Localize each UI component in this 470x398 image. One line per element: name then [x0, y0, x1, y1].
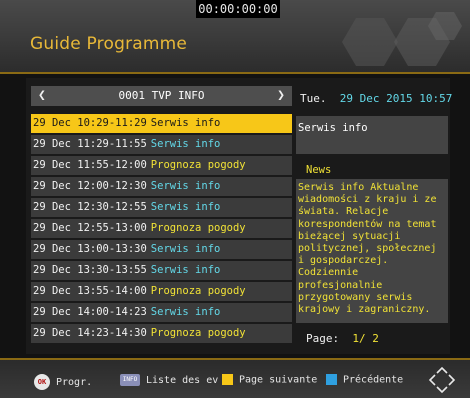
event-time: 29 Dec 14:00-14:23 [33, 306, 147, 318]
event-title: Serwis info [150, 264, 221, 276]
event-time: 29 Dec 14:23-14:30 [33, 327, 147, 339]
current-datetime: Tue. 29 Dec 2015 10:57 [300, 92, 452, 105]
info-key-icon: INFO [120, 374, 140, 386]
event-time: 29 Dec 12:30-12:55 [33, 201, 147, 213]
event-time: 29 Dec 11:29-11:55 [33, 138, 147, 150]
chevron-left-icon[interactable]: ❮ [38, 86, 46, 106]
event-title: Prognoza pogody [150, 327, 246, 339]
event-time: 29 Dec 12:00-12:30 [33, 180, 147, 192]
event-row[interactable]: 29 Dec 11:55-12:00 Prognoza pogody [31, 156, 292, 175]
blue-key-hint[interactable]: Précédente [326, 374, 403, 386]
channel-name: 0001 TVP INFO [118, 89, 205, 102]
info-label: Liste des ev [146, 375, 219, 386]
arrow-navigation-icon [428, 366, 456, 394]
blue-label: Précédente [343, 374, 404, 386]
ok-button-hint[interactable]: OK Progr. [34, 374, 92, 390]
page-indicator: Page: 1/ 2 [306, 332, 379, 345]
footer-bar: OK Progr. INFO Liste des ev Page suivante … [0, 358, 470, 398]
event-title: Serwis info [150, 306, 221, 318]
event-list: 29 Dec 10:29-11:29 Serwis info 29 Dec 11:2… [31, 114, 292, 345]
page-label: Page: [306, 332, 340, 345]
event-title: Serwis info [150, 138, 221, 150]
event-row[interactable]: 29 Dec 12:00-12:30 Serwis info [31, 177, 292, 196]
event-time: 29 Dec 13:00-13:30 [33, 243, 147, 255]
event-time: 29 Dec 10:29-11:29 [33, 117, 147, 129]
chevron-right-icon[interactable]: ❯ [277, 86, 285, 106]
page-number: 1/ 2 [352, 332, 379, 345]
ok-key-icon: OK [34, 374, 50, 390]
current-day: Tue. [300, 92, 327, 105]
event-description: Serwis info Aktualne wiadomości z kraju … [296, 179, 448, 323]
event-title: Serwis info [150, 243, 221, 255]
yellow-key-icon [222, 374, 233, 385]
yellow-key-hint[interactable]: Page suivante [222, 374, 317, 386]
timecode-overlay: 00:00:00:00 [196, 0, 280, 18]
event-title: Prognoza pogody [150, 222, 246, 234]
event-title: Serwis info [150, 117, 221, 129]
page-title: Guide Programme [30, 34, 188, 54]
channel-selector[interactable]: ❮ 0001 TVP INFO ❯ [31, 86, 292, 106]
blue-key-icon [326, 374, 337, 385]
event-genre: News [306, 164, 332, 176]
event-row[interactable]: 29 Dec 14:23-14:30 Prognoza pogody [31, 324, 292, 343]
event-time: 29 Dec 13:30-13:55 [33, 264, 147, 276]
event-row[interactable]: 29 Dec 12:55-13:00 Prognoza pogody [31, 219, 292, 238]
event-title: Prognoza pogody [150, 159, 246, 171]
event-time: 29 Dec 13:55-14:00 [33, 285, 147, 297]
event-title: Prognoza pogody [150, 285, 246, 297]
event-detail-title: Serwis info [296, 116, 448, 154]
event-row[interactable]: 29 Dec 13:55-14:00 Prognoza pogody [31, 282, 292, 301]
current-date: 29 Dec 2015 10:57 [339, 92, 453, 105]
info-button-hint[interactable]: INFO Liste des ev [120, 374, 218, 386]
event-row[interactable]: 29 Dec 13:30-13:55 Serwis info [31, 261, 292, 280]
event-row[interactable]: 29 Dec 10:29-11:29 Serwis info [31, 114, 292, 133]
hexagon-decoration-icon [342, 12, 462, 66]
epg-screen: 00:00:00:00 Guide Programme ❮ 0001 TVP I… [0, 0, 470, 398]
event-row[interactable]: 29 Dec 13:00-13:30 Serwis info [31, 240, 292, 259]
event-title: Serwis info [150, 201, 221, 213]
ok-label: Progr. [56, 377, 93, 388]
event-time: 29 Dec 12:55-13:00 [33, 222, 147, 234]
event-row[interactable]: 29 Dec 12:30-12:55 Serwis info [31, 198, 292, 217]
event-time: 29 Dec 11:55-12:00 [33, 159, 147, 171]
event-row[interactable]: 29 Dec 11:29-11:55 Serwis info [31, 135, 292, 154]
event-row[interactable]: 29 Dec 14:00-14:23 Serwis info [31, 303, 292, 322]
yellow-label: Page suivante [239, 374, 318, 386]
event-title: Serwis info [150, 180, 221, 192]
